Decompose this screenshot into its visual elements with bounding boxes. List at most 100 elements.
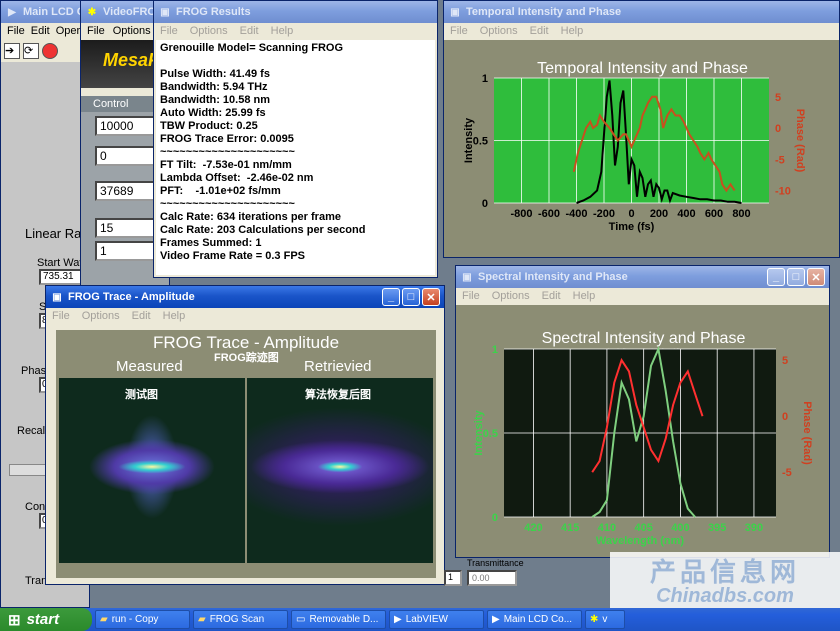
menu-file[interactable]: File xyxy=(7,25,25,38)
y-tick-label: 0 xyxy=(492,512,498,524)
menu-file[interactable]: File xyxy=(87,25,105,38)
chart-title: Spectral Intensity and Phase xyxy=(542,330,746,347)
menu-edit[interactable]: Edit xyxy=(31,25,50,38)
main-lcd-titlebar[interactable]: ▶ Main LCD C xyxy=(1,1,89,23)
menu-options[interactable]: Options xyxy=(190,25,228,38)
close-button[interactable]: ✕ xyxy=(807,268,825,286)
y2-axis-label: Phase (Rad) xyxy=(801,401,813,465)
menu-help[interactable]: Help xyxy=(271,25,294,38)
transmittance-label: Transmittance xyxy=(467,558,524,568)
document-icon: ▣ xyxy=(450,6,460,18)
results-line: Auto Width: 25.99 fs xyxy=(160,107,266,119)
watermark: 产品信息网 Chinadbs.com xyxy=(610,552,840,608)
spectral-titlebar[interactable]: ▣ Spectral Intensity and Phase _ □ ✕ xyxy=(456,266,829,288)
menu-options[interactable]: Options xyxy=(480,25,518,38)
start-wave-label: Start Wav xyxy=(37,257,85,269)
start-button[interactable]: ⊞ start xyxy=(0,608,92,631)
linear-label: Linear Ra xyxy=(25,226,82,241)
results-line: ~~~~~~~~~~~~~~~~~~~~~ xyxy=(160,198,295,210)
chart-title: Temporal Intensity and Phase xyxy=(537,60,748,77)
y-axis-label: Intensity xyxy=(463,117,475,163)
results-line: Bandwidth: 10.58 nm xyxy=(160,94,271,106)
task-label: Removable D... xyxy=(309,614,379,625)
retrieved-note: 算法恢复后图 xyxy=(305,389,371,401)
y-tick-label: 0 xyxy=(482,198,488,210)
menu-help[interactable]: Help xyxy=(163,310,186,323)
y2-tick-label: -5 xyxy=(782,467,792,479)
measured-trace-image: 测试图 xyxy=(59,378,245,563)
transmittance-field[interactable]: 0.00 xyxy=(467,570,517,586)
task-label: run - Copy xyxy=(111,614,159,625)
menu-file[interactable]: File xyxy=(52,310,70,323)
x-tick-label: 800 xyxy=(732,208,750,220)
results-line: PFT: -1.01e+02 fs/mm xyxy=(160,185,281,197)
y2-tick-label: 0 xyxy=(782,411,788,423)
x-tick-label: 420 xyxy=(524,522,542,534)
trace-retrieved-label: Retrievied xyxy=(304,358,372,375)
x-tick-label: 200 xyxy=(650,208,668,220)
document-icon: ▣ xyxy=(160,6,170,18)
drive-icon: ▭ xyxy=(296,614,306,625)
menu-options[interactable]: Options xyxy=(82,310,120,323)
results-line: Calc Rate: 203 Calculations per second xyxy=(160,224,366,236)
task-label: FROG Scan xyxy=(209,614,265,625)
run-arrow-icon[interactable]: ➔ xyxy=(4,43,20,59)
menu-edit[interactable]: Edit xyxy=(132,310,151,323)
y-tick-label: 1 xyxy=(492,344,498,356)
menu-help[interactable]: Help xyxy=(561,25,584,38)
menu-edit[interactable]: Edit xyxy=(240,25,259,38)
results-line: FROG Trace Error: 0.0095 xyxy=(160,133,294,145)
menu-options[interactable]: Options xyxy=(113,25,151,38)
minimize-button[interactable]: _ xyxy=(382,288,400,306)
task-removable-disk[interactable]: ▭ Removable D... xyxy=(291,610,386,629)
abort-icon[interactable] xyxy=(42,43,58,59)
slider-track[interactable] xyxy=(9,464,49,476)
menu-help[interactable]: Help xyxy=(573,290,596,303)
x-tick-label: 400 xyxy=(677,208,695,220)
maximize-button[interactable]: □ xyxy=(787,268,805,286)
task-label: LabVIEW xyxy=(405,614,448,625)
results-line: Calc Rate: 634 iterations per frame xyxy=(160,211,341,223)
menu-edit[interactable]: Edit xyxy=(542,290,561,303)
results-line: FT Tilt: -7.53e-01 nm/mm xyxy=(160,159,292,171)
results-line: Grenouille Model= Scanning FROG xyxy=(160,42,344,54)
menu-options[interactable]: Options xyxy=(492,290,530,303)
folder-icon: ▰ xyxy=(198,614,206,625)
taskbar: ⊞ start ▰ run - Copy ▰ FROG Scan ▭ Removable… xyxy=(0,608,840,631)
run-continuous-icon[interactable]: ⟳ xyxy=(23,43,39,59)
menu-file[interactable]: File xyxy=(450,25,468,38)
minimize-button[interactable]: _ xyxy=(767,268,785,286)
x-tick-label: 400 xyxy=(671,522,689,534)
close-button[interactable]: ✕ xyxy=(422,288,440,306)
frog-trace-titlebar[interactable]: ▣ FROG Trace - Amplitude _ □ ✕ xyxy=(46,286,444,308)
results-line: TBW Product: 0.25 xyxy=(160,120,258,132)
task-labview[interactable]: ▶ LabVIEW xyxy=(389,610,484,629)
frog-icon: ✱ xyxy=(590,614,599,625)
x-tick-label: 600 xyxy=(705,208,723,220)
results-line: ~~~~~~~~~~~~~~~~~~~~~ xyxy=(160,146,295,158)
task-label: v xyxy=(602,614,608,625)
menu-file[interactable]: File xyxy=(160,25,178,38)
y2-tick-label: 5 xyxy=(775,92,781,104)
menu-edit[interactable]: Edit xyxy=(530,25,549,38)
task-frog-scan[interactable]: ▰ FROG Scan xyxy=(193,610,288,629)
task-videofrog[interactable]: ✱ v xyxy=(585,610,625,629)
y2-tick-label: 5 xyxy=(782,355,788,367)
spectral-chart: Spectral Intensity and Phase频域强度与相位42041… xyxy=(456,305,829,557)
x-axis-label: Time (fs) xyxy=(609,221,655,233)
temporal-titlebar[interactable]: ▣ Temporal Intensity and Phase xyxy=(444,1,839,23)
trace-measured-label: Measured xyxy=(116,358,183,375)
menu-file[interactable]: File xyxy=(462,290,480,303)
frog-results-window: ▣ FROG Results File Options Edit Help Gre… xyxy=(153,0,438,278)
measured-note: 测试图 xyxy=(125,389,158,401)
lcd-bottom-field[interactable]: 1 xyxy=(444,570,462,586)
watermark-line1: 产品信息网 xyxy=(649,557,800,587)
task-main-lcd[interactable]: ▶ Main LCD Co... xyxy=(487,610,582,629)
frog-icon: ✱ xyxy=(87,6,97,18)
frog-results-titlebar[interactable]: ▣ FROG Results xyxy=(154,1,437,23)
main-lcd-menubar: File Edit Opera xyxy=(1,23,89,40)
task-run-copy[interactable]: ▰ run - Copy xyxy=(95,610,190,629)
watermark-line2: Chinadbs.com xyxy=(656,585,794,607)
folder-icon: ▰ xyxy=(100,614,108,625)
maximize-button[interactable]: □ xyxy=(402,288,420,306)
